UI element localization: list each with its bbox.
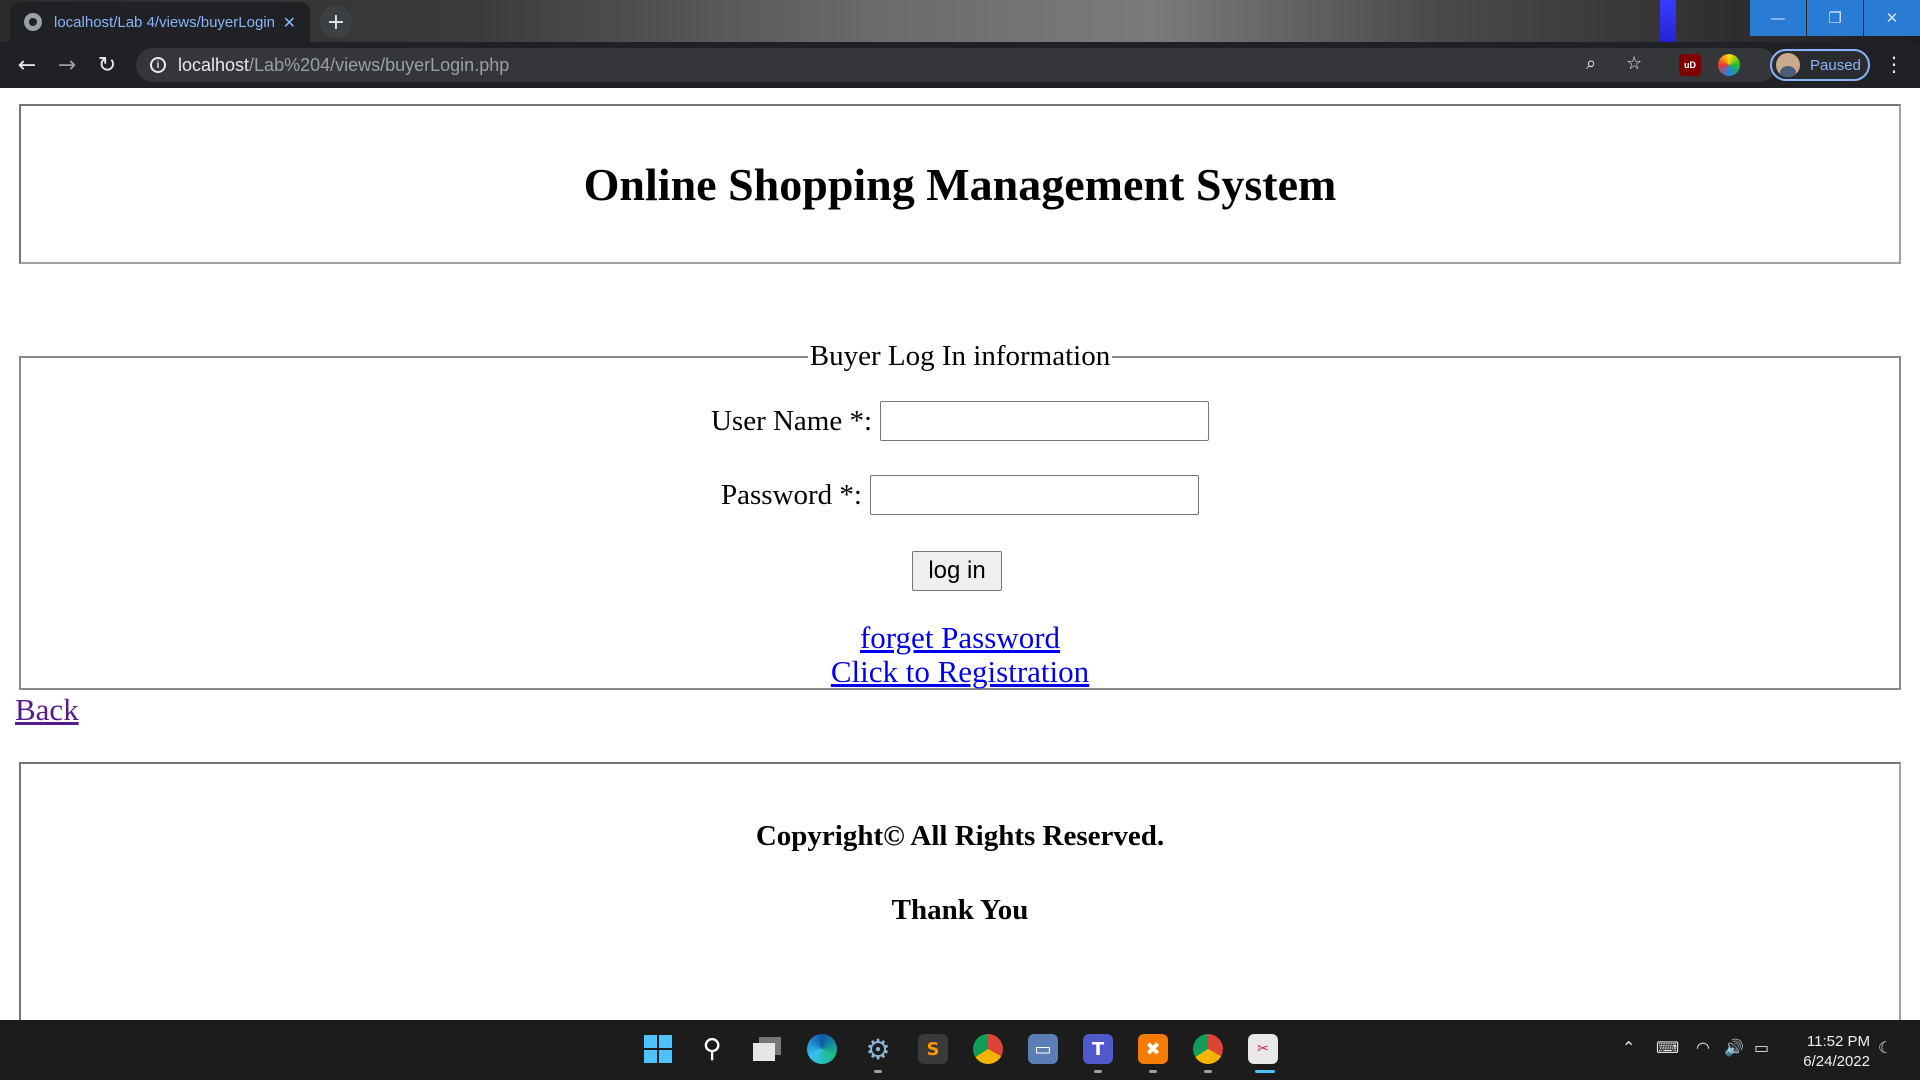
login-legend: Buyer Log In information	[809, 340, 1111, 372]
running-indicator	[1149, 1070, 1157, 1073]
globe-icon	[24, 13, 42, 31]
ublock-extension-icon[interactable]: uD	[1679, 54, 1701, 76]
password-input[interactable]	[869, 475, 1199, 515]
xampp-icon[interactable]: ✖	[1138, 1034, 1168, 1064]
password-row: Password *:	[21, 475, 1899, 515]
url-text[interactable]: localhost/Lab%204/views/buyerLogin.php	[178, 55, 509, 76]
remote-desktop-icon[interactable]: ▭	[1028, 1034, 1058, 1064]
settings-icon[interactable]: ⚙	[863, 1033, 893, 1066]
login-links: forget Password Click to Registration	[21, 621, 1899, 689]
page-title: Online Shopping Management System	[583, 158, 1337, 210]
search-icon[interactable]: ⚲	[697, 1034, 727, 1064]
registration-link[interactable]: Click to Registration	[21, 655, 1899, 689]
task-view-icon[interactable]	[752, 1034, 782, 1064]
running-indicator	[1204, 1070, 1212, 1073]
forward-arrow-icon[interactable]: →	[52, 50, 82, 80]
back-arrow-icon[interactable]: ←	[12, 50, 42, 80]
page-header: Online Shopping Management System	[19, 104, 1901, 264]
username-label: User Name *:	[710, 404, 873, 437]
chrome-icon[interactable]	[973, 1034, 1003, 1064]
url-host: localhost	[178, 54, 250, 75]
snipping-tool-icon[interactable]: ✂	[1248, 1034, 1278, 1064]
teams-icon[interactable]: T	[1083, 1034, 1113, 1064]
battery-icon[interactable]: ▭	[1754, 1038, 1769, 1057]
new-tab-button[interactable]: +	[320, 6, 352, 38]
back-link[interactable]: Back	[15, 692, 79, 728]
keyboard-icon[interactable]: ⌨	[1656, 1038, 1679, 1057]
restore-button[interactable]: ❐	[1807, 0, 1863, 36]
login-button[interactable]: log in	[912, 551, 1002, 591]
active-indicator	[1255, 1070, 1275, 1073]
thanks-text: Thank You	[891, 894, 1029, 926]
site-info-icon[interactable]: i	[150, 57, 166, 73]
close-tab-icon[interactable]: ✕	[283, 13, 296, 32]
kebab-menu-icon[interactable]: ⋮	[1884, 52, 1904, 76]
username-row: User Name *:	[21, 401, 1899, 441]
bookmark-star-icon[interactable]: ☆	[1626, 53, 1642, 74]
browser-toolbar: ← → ↻ i localhost/Lab%204/views/buyerLog…	[0, 42, 1920, 88]
notification-moon-icon[interactable]: ☾	[1878, 1038, 1892, 1057]
clock-time: 11:52 PM	[1806, 1033, 1870, 1050]
browser-titlebar: localhost/Lab 4/views/buyerLogin ✕ + — ❐…	[0, 0, 1920, 42]
zoom-icon[interactable]: ⌕	[1586, 53, 1596, 74]
clock-date: 6/24/2022	[1803, 1053, 1870, 1070]
wifi-icon[interactable]: ◠	[1696, 1038, 1710, 1057]
color-extension-icon[interactable]	[1718, 54, 1740, 76]
running-indicator	[1094, 1070, 1102, 1073]
close-window-button[interactable]: ✕	[1864, 0, 1920, 36]
browser-tab-active[interactable]: localhost/Lab 4/views/buyerLogin ✕	[10, 2, 310, 42]
volume-icon[interactable]: 🔊	[1724, 1038, 1744, 1057]
login-fieldset: Buyer Log In information User Name *: Pa…	[19, 340, 1901, 690]
chrome-icon[interactable]	[1193, 1034, 1223, 1064]
reload-icon[interactable]: ↻	[92, 50, 122, 80]
minimize-button[interactable]: —	[1750, 0, 1806, 36]
start-icon[interactable]	[643, 1034, 673, 1064]
windows-taskbar: ⚲ ⚙ S ▭ T ✖ ✂ ⌃ ⌨ ◠ 🔊 ▭ 11:52 PM 6/24/20…	[0, 1020, 1920, 1080]
url-path: /Lab%204/views/buyerLogin.php	[249, 54, 510, 75]
tab-title: localhost/Lab 4/views/buyerLogin	[54, 13, 275, 31]
avatar	[1776, 53, 1800, 77]
password-label: Password *:	[721, 478, 862, 511]
running-indicator	[874, 1070, 882, 1073]
profile-button[interactable]: Paused	[1770, 49, 1870, 81]
username-input[interactable]	[880, 401, 1210, 441]
profile-status: Paused	[1810, 56, 1861, 74]
page-content: Online Shopping Management System Buyer …	[0, 88, 1920, 1074]
forget-password-link[interactable]: forget Password	[21, 621, 1899, 655]
chevron-up-icon[interactable]: ⌃	[1622, 1038, 1635, 1057]
edge-icon[interactable]	[807, 1034, 837, 1064]
sublime-icon[interactable]: S	[918, 1034, 948, 1064]
copyright-text: Copyright© All Rights Reserved.	[755, 820, 1165, 852]
taskbar-clock[interactable]: 11:52 PM 6/24/2022	[1790, 1032, 1870, 1072]
address-bar[interactable]: i localhost/Lab%204/views/buyerLogin.php…	[136, 48, 1776, 82]
